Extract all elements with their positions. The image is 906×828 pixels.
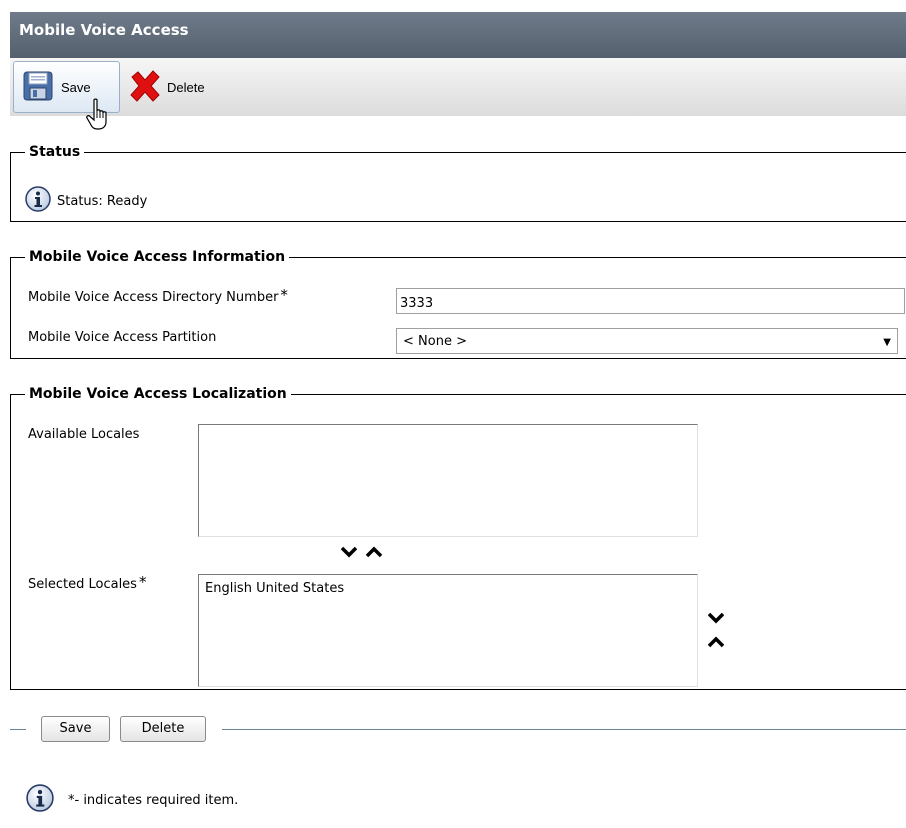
bottom-delete-button[interactable]: Delete (120, 716, 206, 742)
status-group: Status Status: Ready (10, 144, 906, 222)
move-down-arrow-icon[interactable] (340, 546, 358, 562)
required-asterisk: * (280, 286, 288, 304)
info-icon (25, 186, 51, 216)
available-locales-label: Available Locales (28, 427, 140, 442)
required-asterisk: * (138, 573, 147, 591)
directory-number-label-text: Mobile Voice Access Directory Number (28, 290, 279, 305)
toolbar-delete-label: Delete (167, 79, 205, 95)
partition-select[interactable]: < None > ▼ (396, 328, 898, 354)
mva-information-group: Mobile Voice Access Information Mobile V… (10, 249, 906, 359)
reorder-down-arrow-icon[interactable] (707, 612, 725, 628)
directory-number-input[interactable] (396, 288, 905, 314)
hand-cursor-icon (86, 98, 112, 136)
mva-information-legend: Mobile Voice Access Information (29, 249, 286, 265)
mva-localization-legend: Mobile Voice Access Localization (29, 386, 287, 402)
selected-locales-label: Selected Locales * (28, 575, 146, 593)
bottom-button-bar: Save Delete (10, 713, 906, 747)
selected-locales-listbox[interactable]: English United States (198, 574, 698, 687)
toolbar-delete-button[interactable]: Delete (128, 61, 205, 113)
mva-localization-group: Mobile Voice Access Localization Availab… (10, 386, 906, 690)
divider (10, 729, 26, 730)
bottom-save-button[interactable]: Save (41, 716, 110, 742)
move-up-arrow-icon[interactable] (365, 546, 383, 562)
available-locales-listbox[interactable] (198, 424, 698, 537)
page-title: Mobile Voice Access (19, 21, 189, 39)
info-icon (26, 784, 54, 816)
partition-label: Mobile Voice Access Partition (28, 330, 217, 345)
page-title-bar: Mobile Voice Access (10, 12, 906, 58)
chevron-down-icon: ▼ (883, 337, 891, 348)
required-note: *- indicates required item. (26, 784, 238, 816)
directory-number-label: Mobile Voice Access Directory Number * (28, 288, 288, 306)
divider (222, 729, 906, 730)
required-note-text: *- indicates required item. (68, 792, 239, 808)
reorder-up-arrow-icon[interactable] (707, 636, 725, 652)
selected-locales-label-text: Selected Locales (28, 577, 137, 592)
status-legend: Status (29, 144, 81, 160)
status-text: Status: Ready (57, 193, 148, 209)
toolbar-save-label: Save (61, 79, 91, 95)
partition-selected-value: < None > (403, 334, 467, 349)
status-row: Status: Ready (25, 186, 147, 216)
red-x-icon (128, 69, 162, 106)
floppy-disk-icon (23, 71, 53, 104)
toolbar: Save Delete (10, 58, 906, 116)
list-item[interactable]: English United States (205, 581, 691, 596)
